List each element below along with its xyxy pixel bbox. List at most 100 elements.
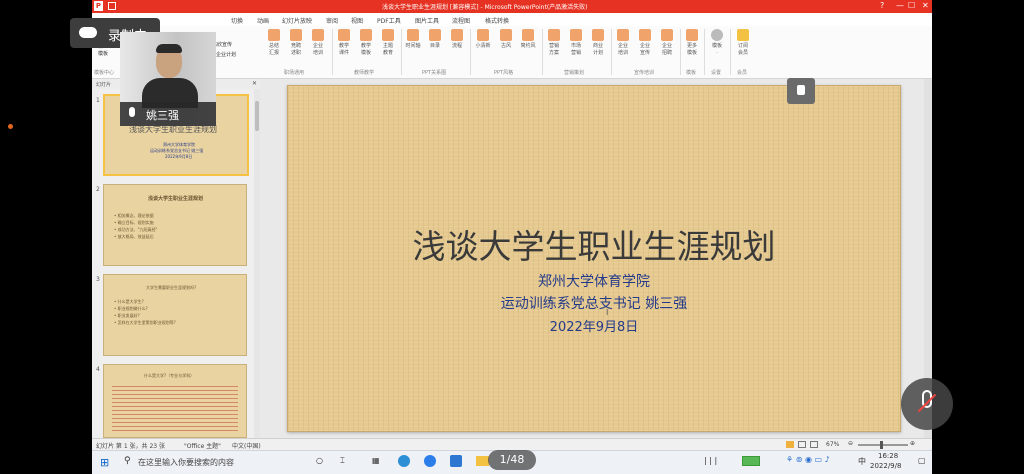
battery-icon <box>742 456 760 466</box>
courseware-icon <box>338 29 350 41</box>
thumb-line: • 职业发展好? <box>114 313 140 318</box>
education-icon <box>382 29 394 41</box>
more-templates-button[interactable]: 更多 模板 <box>682 29 702 57</box>
apps-grid-icon[interactable]: ▦ <box>372 456 380 465</box>
zoom-in-icon[interactable]: ⊕ <box>910 440 915 447</box>
slide-thumbnail[interactable]: 大学生需要职业生涯规划吗? • 什么是大学生? • 职业规划做什么? • 职业发… <box>103 274 247 356</box>
presenter-name-bar: 姚三强 <box>120 102 216 126</box>
sorter-view-icon[interactable] <box>798 441 806 448</box>
menu-item[interactable]: 幻灯片放映 <box>282 16 312 25</box>
menu-item[interactable]: 动画 <box>257 16 269 25</box>
training-icon <box>312 29 324 41</box>
thumb-line: • 相关概念、理论依据 <box>114 213 154 218</box>
ribbon-group-label: 宣传培训 <box>634 70 655 76</box>
report-icon <box>268 29 280 41</box>
zoom-slider-thumb[interactable] <box>880 441 883 449</box>
timeline-button[interactable]: 时间轴 <box>403 29 423 50</box>
business-plan-button[interactable]: 商业 计划 <box>588 29 608 57</box>
menu-item[interactable]: PDF工具 <box>377 16 401 25</box>
ime-indicator[interactable]: 中 <box>858 456 866 467</box>
close-icon[interactable]: ✕ <box>922 1 929 10</box>
flow-button[interactable]: 流程 <box>447 29 467 50</box>
simple-style-button[interactable]: 简约风 <box>518 29 538 50</box>
enterprise-recruit-button[interactable]: 企业 招聘 <box>657 29 677 57</box>
task-view-icon[interactable]: ○ <box>316 456 323 465</box>
thumb-number: 4 <box>96 366 100 373</box>
browser-icon[interactable] <box>424 455 436 467</box>
help-icon[interactable]: ? <box>880 1 884 10</box>
folder-icon[interactable] <box>476 456 489 466</box>
left-orange-dot <box>8 124 13 129</box>
current-slide[interactable]: 浅谈大学生职业生涯规划 郑州大学体育学院 运动训练系党总支书记 姚三强 2022… <box>287 85 901 432</box>
company-training-button[interactable]: 企业 培训 <box>308 29 328 57</box>
group-separator <box>611 29 612 75</box>
thumb-line: 2022年9月8日 <box>165 154 193 159</box>
gear-icon <box>711 29 723 41</box>
presenter-name: 姚三强 <box>146 109 179 122</box>
menu-item[interactable]: 流程图 <box>452 16 470 25</box>
menu-item[interactable]: 格式转换 <box>485 16 509 25</box>
more-icon <box>686 29 698 41</box>
flow-icon <box>451 29 463 41</box>
style-icon <box>477 29 489 41</box>
thumb-line: • 成功方法、"九阳真经" <box>114 227 158 232</box>
ribbon-partial-label-2[interactable]: 企业计划 <box>216 51 236 58</box>
tray-icons[interactable]: ⚘ ⊚ ◉ ▭ ♪ <box>786 455 830 464</box>
toc-button[interactable]: 目录 <box>425 29 445 50</box>
slide-author: 运动训练系党总支书记 姚三强 <box>500 296 688 312</box>
normal-view-icon[interactable] <box>786 441 794 448</box>
thumb-line: • 怎样在大学生里策划职业规划等? <box>114 320 176 325</box>
theme-name: "Office 主题" <box>184 443 221 450</box>
market-marketing-button[interactable]: 市场 营销 <box>566 29 586 57</box>
marketing-plan-button[interactable]: 营销 方案 <box>544 29 564 57</box>
menu-item[interactable]: 视图 <box>351 16 363 25</box>
template-settings-button[interactable]: 模板 · <box>707 29 727 57</box>
thumb-line: • 确立目标、规划实施 <box>114 220 154 225</box>
crown-icon <box>737 29 749 41</box>
teaching-template-button[interactable]: 教学 模板 <box>356 29 376 57</box>
ribbon-group-label: PPT关系图 <box>422 70 447 76</box>
menu-item[interactable]: 切换 <box>231 16 243 25</box>
slide-date: 2022年9月8日 <box>549 320 639 335</box>
fresh-style-button[interactable]: 小清新 <box>473 29 493 50</box>
app-icon[interactable] <box>450 455 462 467</box>
minimize-icon[interactable]: — <box>896 1 904 10</box>
ancient-style-button[interactable]: 古风 <box>496 29 516 50</box>
search-icon[interactable]: ⚲ <box>124 456 131 466</box>
theme-education-button[interactable]: 主题 教育 <box>378 29 398 57</box>
title-bar: P 浅谈大学生职业生涯规划 [兼容模式] - Microsoft PowerPo… <box>92 0 932 13</box>
enterprise-publicity-button[interactable]: 企业 宣传 <box>635 29 655 57</box>
taskbar-search-box[interactable]: 在这里输入你要搜索的内容 <box>138 457 234 468</box>
enterprise-training-button[interactable]: 企业 培训 <box>613 29 633 57</box>
edge-icon[interactable] <box>398 455 410 467</box>
mute-mic-button[interactable] <box>901 378 953 430</box>
reading-view-icon[interactable] <box>810 441 818 448</box>
zoom-slider[interactable] <box>858 441 908 449</box>
slide-count: 幻灯片 第 1 张，共 23 张 <box>96 443 165 450</box>
page-indicator: 1/48 <box>488 450 536 470</box>
thumb-line: • 什么是大学生? <box>114 299 144 304</box>
subscribe-member-button[interactable]: 订阅 会员 <box>733 29 753 57</box>
save-icon[interactable] <box>108 2 116 10</box>
cloud-icon <box>79 27 97 38</box>
ribbon-group-label: 营销策划 <box>564 70 585 76</box>
notification-icon[interactable]: ▢ <box>918 456 926 465</box>
mic-icon <box>129 107 135 117</box>
competition-report-button[interactable]: 竞聘 述职 <box>286 29 306 57</box>
widgets-icon[interactable]: ⌶ <box>340 456 345 466</box>
pointer-icon <box>797 85 805 95</box>
slide-thumbnail[interactable]: 什么是大学?（专业与学科） <box>103 364 247 438</box>
zoom-out-icon[interactable]: ⊖ <box>848 440 853 447</box>
zoom-level: 67% <box>826 441 840 448</box>
menu-item[interactable]: 图片工具 <box>415 16 439 25</box>
floating-tool-icon[interactable] <box>787 78 815 104</box>
windows-start-icon[interactable]: ⊞ <box>100 456 109 469</box>
menu-item[interactable]: 审阅 <box>326 16 338 25</box>
slide-thumbnail[interactable]: 浅谈大学生职业生涯规划 • 相关概念、理论依据 • 确立目标、规划实施 • 成功… <box>103 184 247 266</box>
close-icon[interactable]: ✕ <box>252 80 257 87</box>
scrollbar-thumb[interactable] <box>255 101 259 131</box>
maximize-icon[interactable]: ☐ <box>908 1 915 10</box>
teaching-courseware-button[interactable]: 教学 课件 <box>334 29 354 57</box>
group-separator <box>542 29 543 75</box>
summary-report-button[interactable]: 总结 汇报 <box>264 29 284 57</box>
